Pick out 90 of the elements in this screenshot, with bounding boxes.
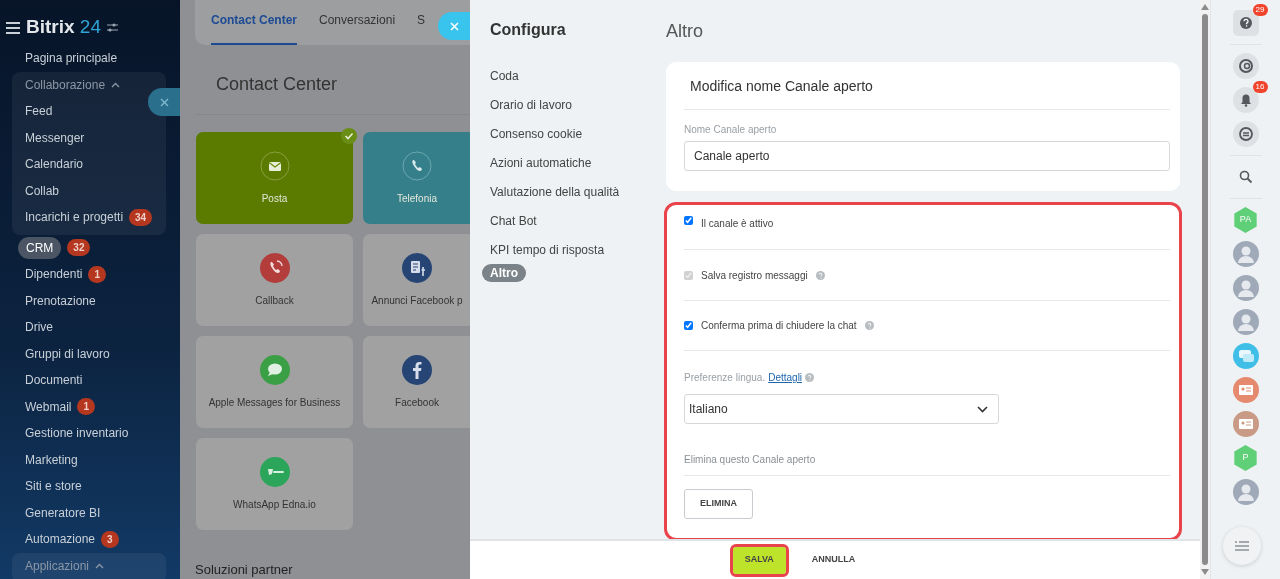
menu-item[interactable]: KPI tempo di risposta: [482, 235, 613, 264]
section-title: Altro: [666, 20, 704, 43]
close-icon: [449, 21, 459, 31]
count-badge: 3: [101, 530, 119, 548]
sidebar-item[interactable]: Prenotazione: [25, 291, 96, 310]
cancel-button[interactable]: ANNULLA: [799, 546, 868, 574]
phone-icon: [259, 252, 290, 283]
count-badge: 16: [1252, 81, 1268, 93]
sidebar-item[interactable]: Webmail: [25, 397, 72, 416]
input-field[interactable]: Canale aperto: [684, 141, 1170, 171]
menu-item[interactable]: Orario di lavoro: [482, 90, 581, 119]
channel-tile[interactable]: Facebook: [363, 336, 470, 428]
close-button[interactable]: [148, 88, 180, 116]
menu-item[interactable]: Coda: [482, 61, 527, 90]
tab[interactable]: Conversazioni: [319, 11, 396, 45]
logo-icon: [259, 456, 290, 487]
channel-tile[interactable]: WhatsApp Edna.io: [196, 438, 353, 530]
avatar-icon[interactable]: [1232, 309, 1259, 335]
save-button[interactable]: SALVA: [732, 546, 786, 574]
menu-item[interactable]: Altro: [482, 264, 526, 282]
count-badge: 1: [88, 265, 106, 283]
facebook-icon: [402, 354, 432, 385]
scroll-up-icon[interactable]: [1201, 4, 1209, 10]
sidebar-item[interactable]: Feed: [25, 102, 53, 121]
help-icon[interactable]: [1232, 10, 1259, 36]
list-icon: [1235, 541, 1249, 551]
checkbox-label: Salva registro messaggi: [701, 268, 808, 283]
sidebar-item[interactable]: Documenti: [25, 371, 83, 390]
chat-icon[interactable]: [1232, 121, 1259, 147]
menu-icon[interactable]: [6, 21, 20, 34]
delete-button[interactable]: ELIMINA: [684, 489, 753, 519]
checkbox[interactable]: [684, 216, 693, 225]
avatar-icon[interactable]: [1232, 241, 1259, 267]
channel-tile[interactable]: Callback: [196, 234, 353, 326]
sidebar-item[interactable]: Automazione: [25, 530, 96, 549]
speech-bubble-icon: [259, 354, 290, 385]
close-icon: [159, 97, 169, 107]
checkbox-label: Il canale è attivo: [701, 217, 774, 231]
chevron-icon: [977, 405, 988, 413]
menu-button[interactable]: [1223, 527, 1261, 565]
sidebar-item[interactable]: Generatore BI: [25, 503, 101, 522]
menu-group-header[interactable]: Collaborazione: [25, 75, 106, 94]
menu-title: Configura: [490, 20, 567, 40]
card-title: Modifica nome Canale aperto: [684, 76, 1170, 110]
sidebar-item[interactable]: Drive: [25, 318, 53, 337]
sidebar-item[interactable]: Gruppi di lavoro: [25, 344, 110, 363]
field-label: Elimina questo Canale aperto: [684, 452, 1170, 476]
sidebar-item[interactable]: Calendario: [25, 155, 84, 174]
menu-item[interactable]: Valutazione della qualità: [482, 177, 628, 206]
channel-tile[interactable]: Annunci Facebook p: [363, 234, 470, 326]
checkbox[interactable]: [684, 321, 693, 330]
field-label: Preferenze lingua.: [684, 371, 766, 385]
sidebar-item[interactable]: Messenger: [25, 128, 85, 147]
channel-tile[interactable]: Apple Messages for Business: [196, 336, 353, 428]
language-select[interactable]: Italiano: [684, 394, 999, 424]
channel-tile[interactable]: Telefonia: [363, 132, 470, 224]
sidebar-item[interactable]: Marketing: [25, 450, 78, 469]
count-badge: 32: [67, 239, 91, 257]
phone-icon: [402, 150, 432, 181]
contact-card-icon[interactable]: [1232, 377, 1259, 403]
tab[interactable]: S: [417, 11, 426, 45]
section-heading: Soluzioni partner: [194, 561, 294, 579]
sliders-icon[interactable]: [107, 23, 118, 32]
menu-item[interactable]: Chat Bot: [482, 206, 545, 235]
logo: Bitrix 24: [26, 15, 101, 40]
avatar-icon[interactable]: [1232, 479, 1259, 505]
count-badge: 1: [77, 398, 96, 416]
sidebar-item[interactable]: Gestione inventario: [25, 424, 129, 443]
sidebar-item[interactable]: Dipendenti: [25, 265, 83, 284]
menu-item[interactable]: Consenso cookie: [482, 119, 591, 148]
details-link[interactable]: Dettagli: [768, 370, 803, 385]
sidebar-item[interactable]: Incarichi e progetti: [25, 208, 124, 227]
scroll-down-icon[interactable]: [1201, 569, 1209, 575]
checkbox-label: Conferma prima di chiudere la chat: [701, 319, 857, 333]
menu-item[interactable]: Azioni automatiche: [482, 148, 600, 177]
count-badge: 34: [129, 208, 153, 226]
field-label: Nome Canale aperto: [684, 123, 778, 137]
sidebar-item[interactable]: Pagina principale: [25, 49, 118, 68]
sidebar-item[interactable]: CRM: [18, 236, 62, 259]
document-icon: [402, 252, 432, 283]
sidebar-item[interactable]: Collab: [25, 181, 60, 200]
close-button[interactable]: [438, 12, 470, 40]
bell-icon[interactable]: [1232, 87, 1259, 113]
envelope-icon: [259, 150, 290, 181]
sidebar-item[interactable]: Siti e store: [25, 477, 82, 496]
count-badge: 29: [1252, 4, 1268, 16]
chat-avatar-icon[interactable]: [1232, 343, 1259, 369]
contact-card-icon[interactable]: [1232, 411, 1259, 437]
avatar-icon[interactable]: [1232, 275, 1259, 301]
scrollbar-thumb[interactable]: [1202, 14, 1208, 565]
